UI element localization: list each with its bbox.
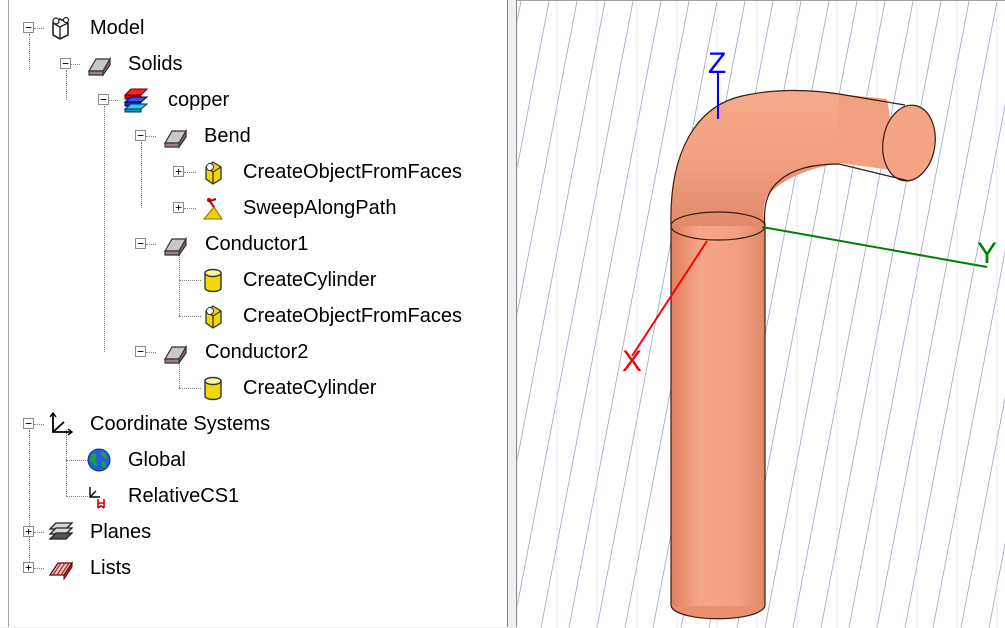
tree-connector [179, 316, 201, 317]
tree-item-bend-create-object-from-faces[interactable]: CreateObjectFromFaces [243, 159, 462, 185]
collapse-toggle-coordinate-systems[interactable]: − [23, 418, 34, 429]
cylinder-icon [204, 268, 222, 293]
pane-border [8, 0, 9, 627]
coordinate-axes-icon [49, 411, 74, 436]
tree-item-coordinate-systems[interactable]: Coordinate Systems [90, 411, 270, 437]
tree-connector [146, 244, 156, 245]
tree-item-solids[interactable]: Solids [128, 51, 182, 77]
3d-modeler-viewport[interactable]: Z Y X [517, 0, 1005, 628]
tree-connector [66, 496, 88, 497]
sweep-icon [202, 198, 223, 220]
tree-connector [146, 352, 156, 353]
grid-line [517, 1, 578, 317]
collapse-toggle-bend[interactable]: − [135, 130, 146, 141]
tree-item-global[interactable]: Global [128, 447, 186, 473]
expand-toggle-lists[interactable]: + [23, 562, 34, 573]
tree-item-conductor1[interactable]: Conductor1 [205, 231, 308, 257]
tree-item-bend[interactable]: Bend [204, 123, 251, 149]
tree-item-conductor2[interactable]: Conductor2 [205, 339, 308, 365]
solid-box-icon [87, 56, 112, 77]
planes-icon [48, 522, 74, 540]
tree-item-conductor1-create-object-from-faces[interactable]: CreateObjectFromFaces [243, 303, 462, 329]
model-icon [52, 16, 70, 40]
tree-connector [34, 28, 44, 29]
collapse-toggle-copper[interactable]: − [98, 94, 109, 105]
relative-cs-icon [89, 487, 105, 509]
tree-item-copper[interactable]: copper [168, 87, 229, 113]
tree-item-sweep-along-path[interactable]: SweepAlongPath [243, 195, 396, 221]
model-tree-pane: − Model − Solids − copper − Bend + Creat… [0, 0, 508, 627]
tree-item-relative-cs1[interactable]: RelativeCS1 [128, 483, 239, 509]
viewport-canvas: Z Y X [517, 1, 1005, 628]
tree-item-model[interactable]: Model [90, 15, 144, 41]
grid-line [904, 103, 1005, 628]
expand-toggle-planes[interactable]: + [23, 526, 34, 537]
tree-connector [179, 250, 180, 316]
y-axis-label: Y [977, 237, 997, 270]
y-axis-line [761, 226, 988, 268]
tree-connector [66, 460, 88, 461]
tree-connector [70, 64, 80, 65]
tree-connector [184, 172, 196, 173]
collapse-toggle-solids[interactable]: − [60, 58, 71, 69]
tree-item-planes[interactable]: Planes [90, 519, 151, 545]
tree-connector [179, 280, 201, 281]
tree-connector [184, 208, 196, 209]
globe-icon [87, 448, 111, 472]
tree-item-conductor1-create-cylinder[interactable]: CreateCylinder [243, 267, 376, 293]
grid-line [517, 1, 550, 171]
grid-line [960, 395, 1005, 628]
expand-toggle-bend-op2[interactable]: + [173, 202, 184, 213]
lists-icon [48, 561, 74, 581]
object-from-faces-icon [205, 305, 222, 329]
solid-box-icon [163, 344, 188, 365]
collapse-toggle-conductor2[interactable]: − [135, 346, 146, 357]
tree-connector [141, 142, 142, 208]
tree-connector [34, 568, 44, 569]
collapse-toggle-conductor1[interactable]: − [135, 238, 146, 249]
expand-toggle-bend-op1[interactable]: + [173, 166, 184, 177]
tree-connector [104, 106, 105, 352]
material-icon [123, 88, 148, 113]
tree-item-lists[interactable]: Lists [90, 555, 131, 581]
tree-connector [29, 34, 30, 70]
tree-connector [66, 430, 67, 496]
tree-connector [108, 100, 118, 101]
tree-connector [146, 136, 156, 137]
grid-line [932, 249, 1005, 628]
x-axis-label: X [622, 345, 642, 378]
collapse-toggle-model[interactable]: − [23, 22, 34, 33]
tree-item-conductor2-create-cylinder[interactable]: CreateCylinder [243, 375, 376, 401]
grid-line [517, 1, 522, 25]
pipe-bottom [670, 605, 766, 620]
solid-box-icon [163, 128, 188, 149]
tree-connector [29, 430, 30, 572]
solid-box-icon [163, 236, 188, 257]
tree-connector [66, 70, 67, 100]
tree-connector [34, 424, 44, 425]
object-from-faces-icon [205, 161, 222, 185]
grid-line [517, 1, 606, 463]
cylinder-icon [204, 376, 222, 401]
tree-connector [34, 532, 44, 533]
pipe-vertical-conductor [671, 226, 765, 606]
z-axis-label: Z [708, 47, 726, 80]
tree-connector [179, 388, 201, 389]
grid-line [517, 1, 634, 610]
